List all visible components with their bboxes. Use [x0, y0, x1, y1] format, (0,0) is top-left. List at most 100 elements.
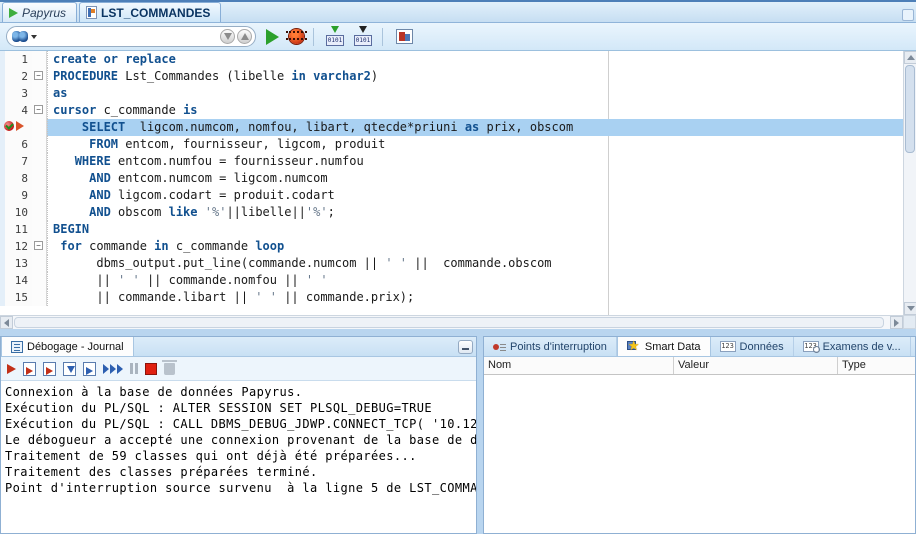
- step-out-icon[interactable]: [63, 362, 76, 376]
- fold-margin[interactable]: −: [32, 68, 47, 85]
- step-over-icon[interactable]: [23, 362, 36, 376]
- code-line[interactable]: 2−PROCEDURE Lst_Commandes (libelle in va…: [0, 68, 903, 85]
- code-line[interactable]: 7 WHERE entcom.numfou = fournisseur.numf…: [0, 153, 903, 170]
- inspector-table-body[interactable]: [484, 375, 915, 533]
- code-line[interactable]: 3 as: [0, 85, 903, 102]
- terminate-icon[interactable]: [145, 363, 157, 375]
- vertical-scroll-thumb[interactable]: [905, 65, 915, 153]
- smart-data-icon: ★: [627, 340, 641, 353]
- fold-collapse-icon[interactable]: −: [34, 105, 43, 114]
- tab-debogage-journal[interactable]: Débogage - Journal: [1, 337, 134, 356]
- tab-list-button[interactable]: [902, 9, 914, 21]
- line-number[interactable]: 11: [0, 221, 32, 238]
- step-into-icon[interactable]: [43, 362, 56, 376]
- code-line[interactable]: 6 FROM entcom, fournisseur, ligcom, prod…: [0, 136, 903, 153]
- code-line[interactable]: 9 AND ligcom.codart = produit.codart: [0, 187, 903, 204]
- scroll-down-button[interactable]: [904, 302, 916, 315]
- code-text[interactable]: BEGIN: [47, 221, 903, 238]
- column-header-valeur[interactable]: Valeur: [674, 357, 838, 374]
- tab-lst-commandes[interactable]: LST_COMMANDES: [79, 2, 221, 22]
- code-text[interactable]: AND entcom.numcom = ligcom.numcom: [47, 170, 903, 187]
- horizontal-splitter[interactable]: [0, 329, 916, 336]
- scroll-right-button[interactable]: [890, 316, 903, 329]
- code-line[interactable]: 11 BEGIN: [0, 221, 903, 238]
- fold-margin[interactable]: −: [32, 238, 47, 255]
- tab-smart-data[interactable]: ★ Smart Data: [617, 337, 711, 356]
- find-execution-point-icon[interactable]: [7, 364, 16, 374]
- line-number[interactable]: 7: [0, 153, 32, 170]
- code-editor[interactable]: 1create or replace2−PROCEDURE Lst_Comman…: [0, 51, 903, 315]
- line-number[interactable]: 15: [0, 289, 32, 306]
- code-line[interactable]: 13 dbms_output.put_line(commande.numcom …: [0, 255, 903, 272]
- garbage-collection-icon[interactable]: [164, 363, 175, 375]
- column-header-type[interactable]: Type: [838, 357, 915, 374]
- line-number[interactable]: 13: [0, 255, 32, 272]
- editor-vertical-scrollbar[interactable]: [903, 51, 916, 315]
- breakpoint-verified-icon[interactable]: [4, 121, 14, 131]
- code-text[interactable]: AND obscom like '%'||libelle||'%';: [47, 204, 903, 221]
- code-line[interactable]: SELECT ligcom.numcom, nomfou, libart, qt…: [0, 119, 903, 136]
- debug-log-output[interactable]: Connexion à la base de données Papyrus.E…: [1, 381, 476, 533]
- execution-pointer-icon: [16, 121, 24, 131]
- code-line[interactable]: 15 || commande.libart || ' ' || commande…: [0, 289, 903, 306]
- code-line[interactable]: 8 AND entcom.numcom = ligcom.numcom: [0, 170, 903, 187]
- profile-button[interactable]: [396, 29, 413, 44]
- breakpoint-gutter[interactable]: [0, 119, 32, 136]
- editor-tab-bar: Papyrus LST_COMMANDES: [0, 0, 916, 23]
- tab-points-dinterruption[interactable]: Points d'interruption: [484, 337, 617, 356]
- debug-log-tab-strip: Débogage - Journal: [1, 337, 476, 357]
- code-text[interactable]: WHERE entcom.numfou = fournisseur.numfou: [47, 153, 903, 170]
- fold-margin[interactable]: −: [32, 102, 47, 119]
- fold-margin: [32, 187, 47, 204]
- line-number[interactable]: 6: [0, 136, 32, 153]
- procedure-editor-window: Papyrus LST_COMMANDES 0101 0101: [0, 0, 916, 534]
- step-to-end-icon[interactable]: [83, 362, 96, 376]
- code-text[interactable]: PROCEDURE Lst_Commandes (libelle in varc…: [47, 68, 903, 85]
- line-number[interactable]: 2: [0, 68, 32, 85]
- tab-examens[interactable]: 123 Examens de v...: [794, 337, 911, 356]
- line-number[interactable]: 1: [0, 51, 32, 68]
- editor-horizontal-scrollbar[interactable]: [0, 315, 903, 329]
- code-text[interactable]: SELECT ligcom.numcom, nomfou, libart, qt…: [47, 119, 903, 136]
- compile-for-debug-button[interactable]: 0101: [353, 28, 373, 46]
- line-number[interactable]: 8: [0, 170, 32, 187]
- line-number[interactable]: 4: [0, 102, 32, 119]
- line-number[interactable]: 9: [0, 187, 32, 204]
- code-text[interactable]: FROM entcom, fournisseur, ligcom, produi…: [47, 136, 903, 153]
- scroll-up-button[interactable]: [904, 51, 916, 64]
- resume-icon[interactable]: [103, 364, 123, 374]
- code-text[interactable]: create or replace: [47, 51, 903, 68]
- pause-icon[interactable]: [130, 363, 138, 374]
- line-number[interactable]: 14: [0, 272, 32, 289]
- horizontal-scroll-thumb[interactable]: [14, 317, 884, 328]
- code-text[interactable]: dbms_output.put_line(commande.numcom || …: [47, 255, 903, 272]
- code-line[interactable]: 14 || ' ' || commande.nomfou || ' ': [0, 272, 903, 289]
- code-line[interactable]: 12− for commande in c_commande loop: [0, 238, 903, 255]
- code-text[interactable]: for commande in c_commande loop: [47, 238, 903, 255]
- line-number[interactable]: 10: [0, 204, 32, 221]
- scroll-left-button[interactable]: [0, 316, 13, 329]
- code-line[interactable]: 10 AND obscom like '%'||libelle||'%';: [0, 204, 903, 221]
- tab-papyrus[interactable]: Papyrus: [2, 2, 77, 22]
- line-number[interactable]: 12: [0, 238, 32, 255]
- code-text[interactable]: cursor c_commande is: [47, 102, 903, 119]
- code-text[interactable]: || commande.libart || ' ' || commande.pr…: [47, 289, 903, 306]
- column-header-nom[interactable]: Nom: [484, 357, 674, 374]
- code-text[interactable]: AND ligcom.codart = produit.codart: [47, 187, 903, 204]
- search-input[interactable]: [37, 29, 218, 45]
- minimize-button[interactable]: [458, 340, 473, 354]
- search-icon[interactable]: [12, 31, 28, 43]
- code-text[interactable]: as: [47, 85, 903, 102]
- tab-donnees[interactable]: 123 Données: [711, 337, 794, 356]
- code-text[interactable]: || ' ' || commande.nomfou || ' ': [47, 272, 903, 289]
- search-next-button[interactable]: [237, 29, 252, 44]
- line-number[interactable]: 3: [0, 85, 32, 102]
- fold-collapse-icon[interactable]: −: [34, 71, 43, 80]
- compile-button[interactable]: 0101: [325, 28, 345, 46]
- search-previous-button[interactable]: [220, 29, 235, 44]
- code-line[interactable]: 1 create or replace: [0, 51, 903, 68]
- fold-collapse-icon[interactable]: −: [34, 241, 43, 250]
- code-line[interactable]: 4−cursor c_commande is: [0, 102, 903, 119]
- debug-button[interactable]: [289, 29, 304, 44]
- run-button[interactable]: [266, 29, 279, 45]
